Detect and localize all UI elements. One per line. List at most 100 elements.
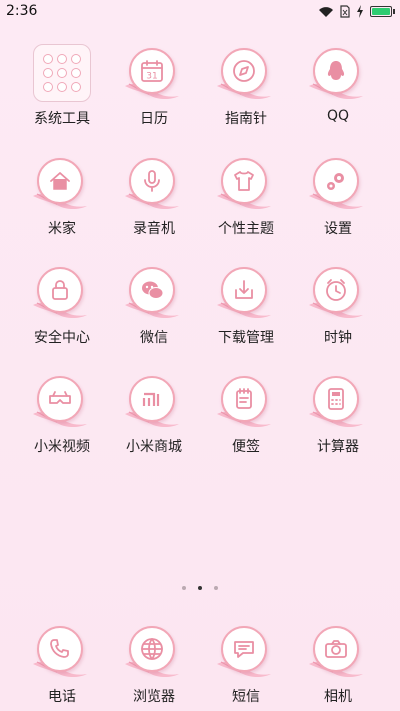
battery-level: [372, 8, 390, 15]
app-label: 时钟: [324, 330, 352, 346]
folder-icon[interactable]: [33, 44, 91, 102]
app-label: 小米视频: [34, 439, 90, 455]
app-gear[interactable]: 设置: [292, 150, 384, 250]
app-wechat[interactable]: 微信: [108, 259, 200, 359]
app-folder[interactable]: 系统工具: [16, 40, 108, 140]
folder-app-thumb: [43, 54, 53, 64]
icon-badge: [221, 626, 267, 672]
app-icon[interactable]: [31, 372, 93, 434]
icon-badge: [221, 158, 267, 204]
app-lock[interactable]: 安全中心: [16, 259, 108, 359]
compass-icon: [233, 60, 255, 82]
app-calculator[interactable]: 计算器: [292, 368, 384, 468]
app-label: 米家: [48, 221, 76, 237]
microphone-icon: [144, 170, 160, 192]
app-icon[interactable]: [307, 372, 369, 434]
app-label: 便签: [232, 439, 260, 455]
app-icon[interactable]: 31: [123, 44, 185, 106]
app-label: 日历: [140, 111, 168, 127]
camera-icon: [325, 640, 347, 658]
tshirt-icon: [234, 171, 254, 191]
icon-badge: [129, 626, 175, 672]
icon-badge: [313, 48, 359, 94]
app-icon[interactable]: [123, 154, 185, 216]
app-clock[interactable]: 时钟: [292, 259, 384, 359]
app-label: 浏览器: [133, 689, 175, 705]
folder-app-thumb: [57, 68, 67, 78]
icon-badge: [313, 376, 359, 422]
page-indicator[interactable]: [0, 586, 400, 590]
app-icon[interactable]: [307, 622, 369, 684]
icon-badge: [129, 376, 175, 422]
lock-icon: [52, 280, 68, 300]
page-dot[interactable]: [214, 586, 218, 590]
folder-app-thumb: [71, 68, 81, 78]
app-icon[interactable]: [215, 622, 277, 684]
app-compass[interactable]: 指南针: [200, 40, 292, 140]
video-glasses-icon: [49, 391, 71, 404]
icon-badge: [313, 267, 359, 313]
app-tshirt[interactable]: 个性主题: [200, 150, 292, 250]
status-icons: [318, 5, 395, 18]
wechat-icon: [142, 281, 164, 299]
qq-penguin-icon: [327, 61, 345, 80]
app-icon[interactable]: [123, 263, 185, 325]
icon-badge: [221, 267, 267, 313]
icon-badge: [313, 626, 359, 672]
folder-app-thumb: [43, 68, 53, 78]
icon-badge: [37, 376, 83, 422]
app-message[interactable]: 短信: [200, 618, 292, 711]
app-icon[interactable]: [31, 44, 93, 106]
download-icon: [235, 280, 253, 299]
app-icon[interactable]: [307, 44, 369, 106]
app-notepad[interactable]: 便签: [200, 368, 292, 468]
folder-app-thumb: [71, 82, 81, 92]
app-icon[interactable]: [215, 44, 277, 106]
app-icon[interactable]: [123, 622, 185, 684]
folder-app-thumb: [57, 54, 67, 64]
status-time: 2:36: [6, 3, 38, 19]
app-home[interactable]: 米家: [16, 150, 108, 250]
app-download[interactable]: 下载管理: [200, 259, 292, 359]
app-label: 录音机: [133, 221, 175, 237]
app-label: 电话: [48, 689, 76, 705]
app-label: 设置: [324, 221, 352, 237]
app-icon[interactable]: [215, 372, 277, 434]
icon-badge: [129, 267, 175, 313]
gear-icon: [327, 173, 344, 190]
app-icon[interactable]: [215, 154, 277, 216]
app-camera[interactable]: 相机: [292, 618, 384, 711]
wifi-icon: [319, 6, 333, 17]
folder-app-thumb: [57, 82, 67, 92]
app-qq-penguin[interactable]: QQ: [292, 40, 384, 140]
clock-icon: [326, 279, 346, 301]
app-phone[interactable]: 电话: [16, 618, 108, 711]
mi-store-icon: [142, 392, 160, 406]
home-icon: [50, 172, 70, 190]
app-icon[interactable]: [307, 263, 369, 325]
message-icon: [234, 641, 254, 658]
app-icon[interactable]: [31, 622, 93, 684]
sim-icon: [340, 5, 350, 18]
app-icon[interactable]: [215, 263, 277, 325]
app-icon[interactable]: [123, 372, 185, 434]
icon-badge: [313, 158, 359, 204]
app-icon[interactable]: [31, 263, 93, 325]
app-label: 下载管理: [218, 330, 274, 346]
page-dot[interactable]: [182, 586, 186, 590]
app-video-glasses[interactable]: 小米视频: [16, 368, 108, 468]
app-browser-globe[interactable]: 浏览器: [108, 618, 200, 711]
app-label: 短信: [232, 689, 260, 705]
page-dot[interactable]: [198, 586, 202, 590]
app-icon[interactable]: [307, 154, 369, 216]
browser-globe-icon: [141, 638, 163, 660]
charging-icon: [357, 5, 363, 18]
app-label: 个性主题: [218, 221, 274, 237]
app-label: QQ: [326, 108, 350, 124]
app-mi-store[interactable]: 小米商城: [108, 368, 200, 468]
battery-icon: [370, 6, 395, 17]
app-microphone[interactable]: 录音机: [108, 150, 200, 250]
app-icon[interactable]: [31, 154, 93, 216]
icon-badge: [37, 158, 83, 204]
app-calendar[interactable]: 31 日历: [108, 40, 200, 140]
